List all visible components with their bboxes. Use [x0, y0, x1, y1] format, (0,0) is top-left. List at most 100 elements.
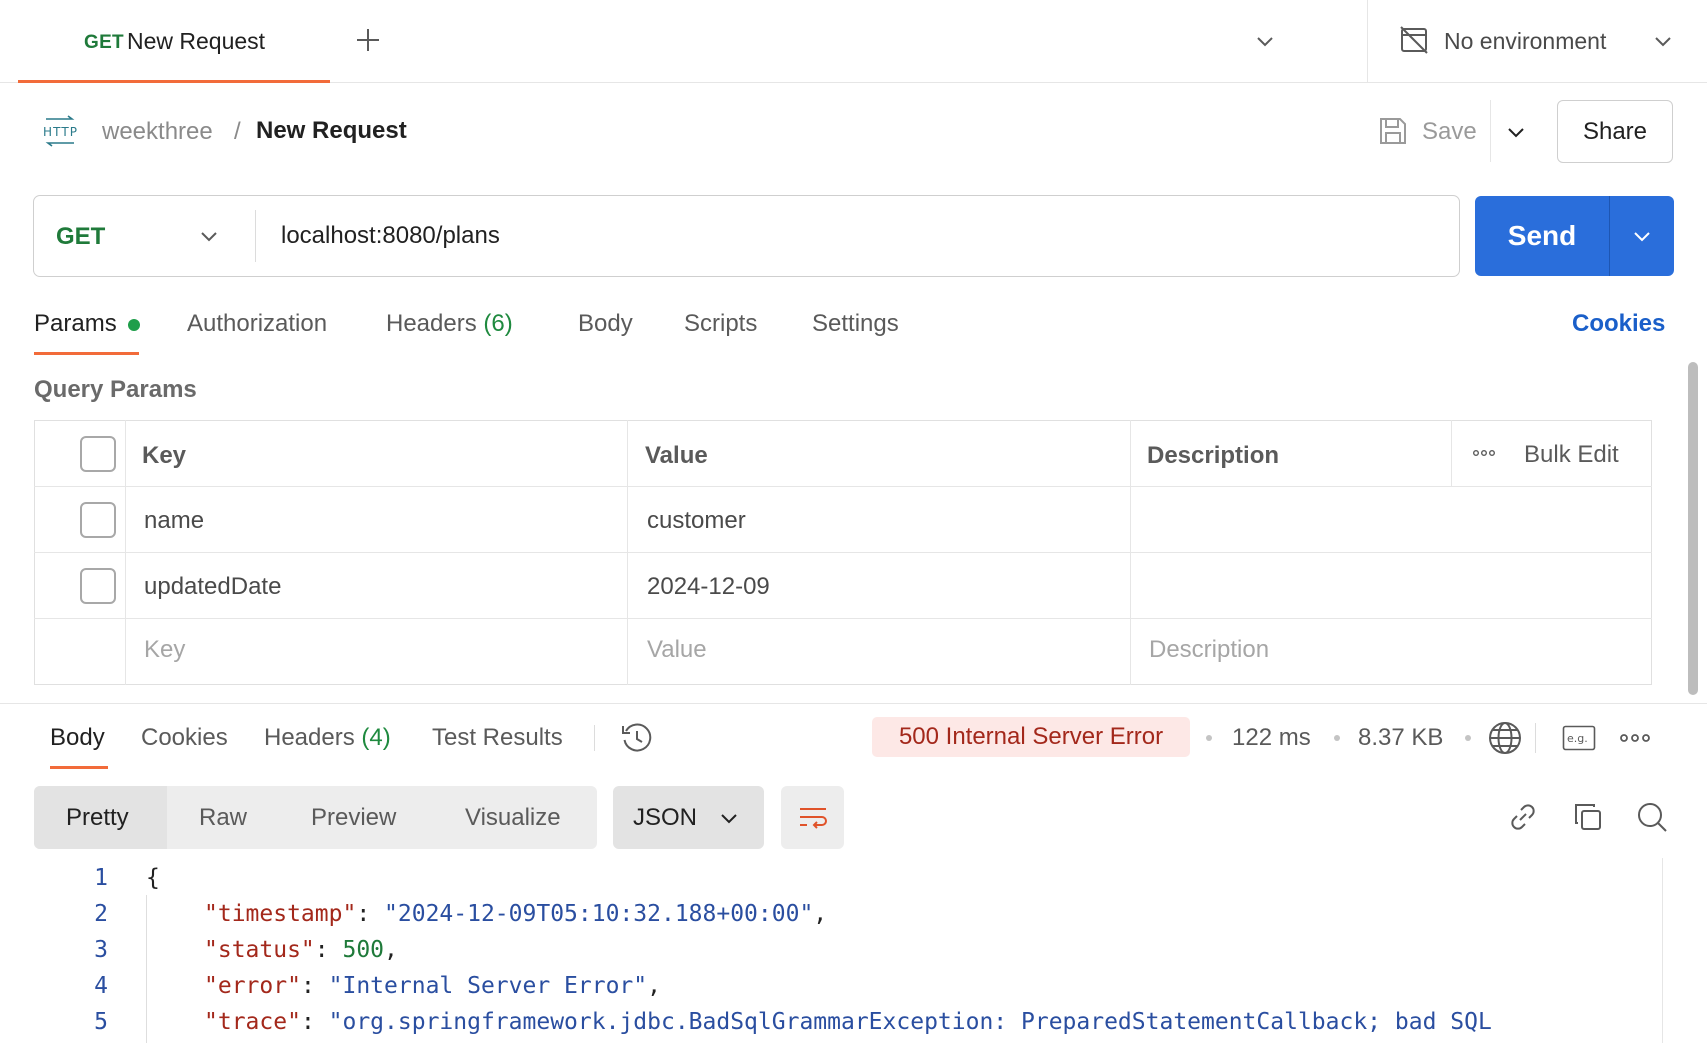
- json-comma: ,: [647, 973, 661, 999]
- indent-guide: [146, 895, 147, 1043]
- status-badge[interactable]: 500 Internal Server Error: [872, 717, 1190, 757]
- divider: [1367, 0, 1368, 83]
- chevron-down-icon[interactable]: [1631, 225, 1653, 247]
- row-checkbox[interactable]: [80, 502, 116, 538]
- code-line: "status": 500,: [204, 937, 398, 963]
- code-line: "trace": "org.springframework.jdbc.BadSq…: [204, 1009, 1492, 1035]
- table-divider: [34, 486, 1652, 487]
- search-icon[interactable]: [1636, 801, 1668, 833]
- tab-body[interactable]: Body: [578, 310, 633, 338]
- table-divider: [34, 618, 1652, 619]
- select-all-checkbox[interactable]: [80, 436, 116, 472]
- view-mode-raw[interactable]: Raw: [199, 804, 247, 832]
- format-select-label: JSON: [633, 804, 698, 831]
- pane-divider[interactable]: [0, 703, 1707, 704]
- method-select[interactable]: GET: [56, 223, 105, 251]
- tab-scripts[interactable]: Scripts: [684, 310, 757, 338]
- copy-icon[interactable]: [1572, 801, 1604, 833]
- table-divider: [1451, 420, 1452, 486]
- code-line: "error": "Internal Server Error",: [204, 973, 661, 999]
- link-icon[interactable]: [1507, 801, 1539, 833]
- globe-icon[interactable]: [1488, 721, 1522, 755]
- response-tab-body[interactable]: Body: [50, 724, 105, 752]
- query-params-title: Query Params: [34, 376, 197, 403]
- code-line: {: [146, 865, 160, 891]
- new-value-input[interactable]: Value: [647, 636, 707, 664]
- param-key[interactable]: updatedDate: [144, 573, 281, 601]
- json-value: 500: [342, 937, 385, 963]
- more-icon[interactable]: [1473, 449, 1495, 457]
- json-value: "2024-12-09T05:10:32.188+00:00": [384, 901, 814, 927]
- param-key[interactable]: name: [144, 507, 204, 535]
- json-key: "error": [204, 973, 301, 999]
- http-icon: HTTP: [40, 114, 80, 148]
- json-colon: :: [300, 973, 329, 999]
- chevron-down-icon[interactable]: [1652, 30, 1674, 52]
- tab-method-label: GET: [84, 32, 124, 53]
- json-colon: :: [314, 937, 343, 963]
- param-value[interactable]: 2024-12-09: [647, 573, 770, 601]
- tab-headers-label: Headers: [386, 310, 477, 337]
- line-number: 1: [94, 865, 108, 891]
- more-icon[interactable]: [1620, 733, 1650, 743]
- bulk-edit-button[interactable]: Bulk Edit: [1524, 441, 1619, 469]
- history-icon[interactable]: [620, 721, 654, 755]
- param-value[interactable]: customer: [647, 507, 746, 535]
- page-title[interactable]: New Request: [256, 117, 407, 145]
- table-divider: [125, 420, 126, 685]
- save-button[interactable]: Save: [1422, 118, 1477, 146]
- cookies-link[interactable]: Cookies: [1572, 310, 1665, 338]
- response-tab-cookies[interactable]: Cookies: [141, 724, 228, 752]
- json-value: "Internal Server Error": [328, 973, 648, 999]
- json-value: "org.springframework.jdbc.BadSqlGrammarE…: [328, 1009, 1492, 1035]
- response-time[interactable]: 122 ms: [1232, 724, 1311, 752]
- wrap-lines-icon: [797, 802, 829, 834]
- breadcrumb-separator: /: [234, 118, 241, 145]
- line-number: 3: [94, 937, 108, 963]
- json-colon: :: [300, 1009, 329, 1035]
- line-number: 5: [94, 1009, 108, 1035]
- breadcrumb-workspace[interactable]: weekthree: [102, 118, 213, 146]
- chevron-down-icon[interactable]: [1505, 121, 1527, 143]
- response-size[interactable]: 8.37 KB: [1358, 724, 1443, 752]
- svg-text:e.g.: e.g.: [1567, 732, 1588, 745]
- divider: [1490, 100, 1491, 162]
- environment-selector[interactable]: No environment: [1444, 28, 1606, 55]
- url-input[interactable]: localhost:8080/plans: [281, 222, 500, 250]
- chevron-down-icon[interactable]: [198, 225, 220, 247]
- tab-params[interactable]: Params: [34, 310, 117, 338]
- save-icon[interactable]: [1378, 116, 1408, 146]
- table-divider: [627, 420, 628, 685]
- view-mode-preview[interactable]: Preview: [311, 804, 396, 832]
- view-mode-pretty[interactable]: Pretty: [66, 804, 129, 832]
- json-comma: ,: [813, 901, 828, 927]
- no-environment-icon: [1398, 24, 1430, 56]
- chevron-down-icon[interactable]: [718, 807, 740, 829]
- response-tab-test-results[interactable]: Test Results: [432, 724, 563, 752]
- json-key: "timestamp": [204, 901, 357, 927]
- column-header-value: Value: [645, 442, 708, 469]
- params-indicator: [128, 319, 140, 331]
- new-description-input[interactable]: Description: [1149, 636, 1269, 664]
- line-number: 2: [94, 901, 108, 927]
- separator-dot: [1334, 735, 1340, 741]
- new-key-input[interactable]: Key: [144, 636, 185, 664]
- svg-text:HTTP: HTTP: [43, 125, 77, 139]
- view-mode-visualize[interactable]: Visualize: [465, 804, 561, 832]
- active-tab-underline: [34, 352, 139, 355]
- chevron-down-icon[interactable]: [1254, 30, 1276, 52]
- plus-icon[interactable]: [354, 26, 382, 54]
- example-icon[interactable]: e.g.: [1562, 725, 1596, 751]
- table-divider: [1130, 420, 1131, 685]
- share-button[interactable]: Share: [1557, 100, 1673, 163]
- response-tab-headers[interactable]: Headers (4): [264, 724, 391, 752]
- scrollbar[interactable]: [1688, 362, 1698, 695]
- divider: [594, 725, 595, 751]
- row-checkbox[interactable]: [80, 568, 116, 604]
- line-number: 4: [94, 973, 108, 999]
- send-button[interactable]: Send: [1475, 196, 1609, 276]
- tab-headers[interactable]: Headers (6): [386, 310, 513, 338]
- separator-dot: [1465, 735, 1471, 741]
- tab-authorization[interactable]: Authorization: [187, 310, 327, 338]
- tab-settings[interactable]: Settings: [812, 310, 899, 338]
